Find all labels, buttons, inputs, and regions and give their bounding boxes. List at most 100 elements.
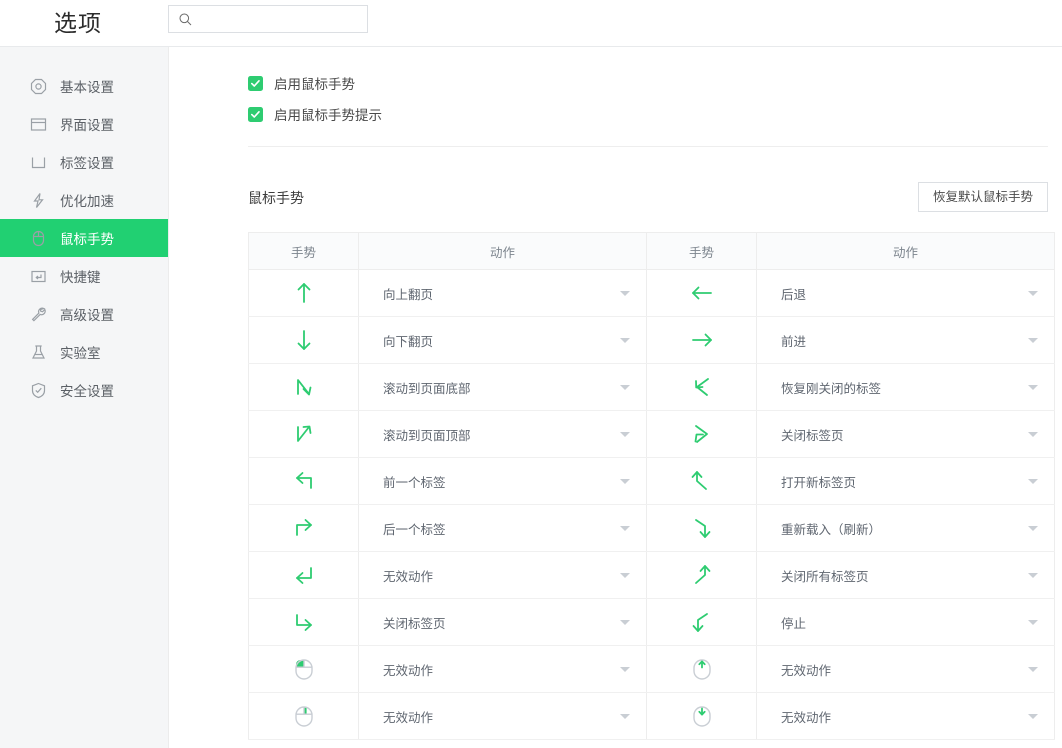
- mouse-left-button-icon: [291, 660, 317, 677]
- action-select-right[interactable]: 打开新标签页: [757, 458, 1055, 505]
- action-select-left[interactable]: 关闭标签页: [359, 599, 647, 646]
- action-label: 无效动作: [383, 663, 433, 678]
- gesture-cell-right: [647, 411, 757, 458]
- lightning-icon: [30, 192, 47, 209]
- action-label: 前进: [781, 334, 806, 349]
- gesture-cell-left: [249, 693, 359, 740]
- chevron-down-icon[interactable]: [620, 385, 630, 390]
- octagon-target-icon: [30, 78, 47, 95]
- sidebar-item-4[interactable]: 鼠标手势: [0, 219, 168, 257]
- sidebar-item-1[interactable]: 界面设置: [0, 105, 168, 143]
- chevron-down-icon[interactable]: [1028, 620, 1038, 625]
- action-select-left[interactable]: 无效动作: [359, 552, 647, 599]
- sidebar-item-7[interactable]: 实验室: [0, 333, 168, 371]
- gesture-cell-left: [249, 646, 359, 693]
- action-select-right[interactable]: 无效动作: [757, 693, 1055, 740]
- arrow-left-turn-icon: [291, 472, 317, 489]
- action-label: 向下翻页: [383, 334, 433, 349]
- sidebar-item-6[interactable]: 高级设置: [0, 295, 168, 333]
- action-select-right[interactable]: 恢复刚关闭的标签: [757, 364, 1055, 411]
- action-select-left[interactable]: 向上翻页: [359, 270, 647, 317]
- chevron-down-icon[interactable]: [1028, 573, 1038, 578]
- chevron-down-icon[interactable]: [620, 573, 630, 578]
- action-label: 关闭标签页: [383, 616, 446, 631]
- chevron-down-icon[interactable]: [620, 714, 630, 719]
- gesture-cell-left: [249, 317, 359, 364]
- action-label: 重新载入（刷新）: [781, 522, 881, 537]
- chevron-down-icon[interactable]: [1028, 714, 1038, 719]
- column-header-gesture-right: 手势: [647, 233, 757, 270]
- sidebar-item-label: 快捷键: [60, 266, 101, 286]
- checkbox-0[interactable]: [248, 76, 263, 91]
- arrow-up-icon: [291, 284, 317, 301]
- action-select-right[interactable]: 停止: [757, 599, 1055, 646]
- chevron-down-icon[interactable]: [620, 291, 630, 296]
- action-select-right[interactable]: 后退: [757, 270, 1055, 317]
- sidebar-item-label: 基本设置: [60, 76, 114, 96]
- action-select-right[interactable]: 重新载入（刷新）: [757, 505, 1055, 552]
- table-row: 向下翻页 前进: [249, 317, 1055, 364]
- search-box[interactable]: [168, 5, 368, 33]
- checkbox-1[interactable]: [248, 107, 263, 122]
- action-select-left[interactable]: 滚动到页面底部: [359, 364, 647, 411]
- sidebar-item-2[interactable]: 标签设置: [0, 143, 168, 181]
- chevron-down-icon[interactable]: [620, 620, 630, 625]
- mouse-scroll-up-icon: [689, 660, 715, 677]
- chevron-down-icon[interactable]: [1028, 291, 1038, 296]
- gesture-cell-left: [249, 364, 359, 411]
- gesture-cell-right: [647, 505, 757, 552]
- action-select-left[interactable]: 前一个标签: [359, 458, 647, 505]
- action-select-left[interactable]: 向下翻页: [359, 317, 647, 364]
- gesture-cell-left: [249, 505, 359, 552]
- column-header-action-right: 动作: [757, 233, 1055, 270]
- main-content: 启用鼠标手势启用鼠标手势提示 鼠标手势 恢复默认鼠标手势 手势 动作 手势 动作…: [169, 47, 1062, 748]
- column-header-gesture-left: 手势: [249, 233, 359, 270]
- search-icon: [179, 13, 192, 26]
- action-label: 后退: [781, 287, 806, 302]
- chevron-down-icon[interactable]: [1028, 526, 1038, 531]
- chevron-down-icon[interactable]: [1028, 338, 1038, 343]
- mouse-icon: [30, 230, 47, 247]
- chevron-down-icon[interactable]: [620, 479, 630, 484]
- gesture-options-group: 启用鼠标手势启用鼠标手势提示: [248, 71, 1048, 126]
- sidebar-item-3[interactable]: 优化加速: [0, 181, 168, 219]
- chevron-down-icon[interactable]: [620, 526, 630, 531]
- chevron-down-icon[interactable]: [1028, 432, 1038, 437]
- arrow-down-left-icon: [689, 613, 715, 630]
- gesture-cell-right: [647, 552, 757, 599]
- action-select-right[interactable]: 无效动作: [757, 646, 1055, 693]
- action-select-left[interactable]: 无效动作: [359, 646, 647, 693]
- gestures-section-header: 鼠标手势 恢复默认鼠标手势: [248, 182, 1048, 214]
- action-label: 无效动作: [781, 663, 831, 678]
- sidebar-item-label: 优化加速: [60, 190, 114, 210]
- mouse-right-button-icon: [291, 707, 317, 724]
- checkbox-row-0: 启用鼠标手势: [248, 71, 1048, 95]
- action-label: 恢复刚关闭的标签: [781, 381, 881, 396]
- action-select-right[interactable]: 关闭标签页: [757, 411, 1055, 458]
- chevron-down-icon[interactable]: [1028, 667, 1038, 672]
- sidebar-item-label: 界面设置: [60, 114, 114, 134]
- action-select-left[interactable]: 后一个标签: [359, 505, 647, 552]
- gesture-cell-right: [647, 270, 757, 317]
- action-select-right[interactable]: 关闭所有标签页: [757, 552, 1055, 599]
- restore-default-gestures-button[interactable]: 恢复默认鼠标手势: [918, 182, 1048, 212]
- action-select-right[interactable]: 前进: [757, 317, 1055, 364]
- action-label: 打开新标签页: [781, 475, 856, 490]
- window-icon: [30, 116, 47, 133]
- action-select-left[interactable]: 滚动到页面顶部: [359, 411, 647, 458]
- sidebar-item-8[interactable]: 安全设置: [0, 371, 168, 409]
- chevron-down-icon[interactable]: [1028, 385, 1038, 390]
- gesture-cell-left: [249, 599, 359, 646]
- chevron-down-icon[interactable]: [620, 432, 630, 437]
- chevron-down-icon[interactable]: [620, 667, 630, 672]
- chevron-down-icon[interactable]: [620, 338, 630, 343]
- sidebar-item-5[interactable]: 快捷键: [0, 257, 168, 295]
- search-input[interactable]: [199, 6, 365, 32]
- page-title: 选项: [54, 4, 102, 38]
- action-select-left[interactable]: 无效动作: [359, 693, 647, 740]
- mouse-scroll-down-icon: [689, 707, 715, 724]
- chevron-down-icon[interactable]: [1028, 479, 1038, 484]
- tab-icon: [30, 154, 47, 171]
- sidebar-item-0[interactable]: 基本设置: [0, 67, 168, 105]
- gesture-cell-left: [249, 411, 359, 458]
